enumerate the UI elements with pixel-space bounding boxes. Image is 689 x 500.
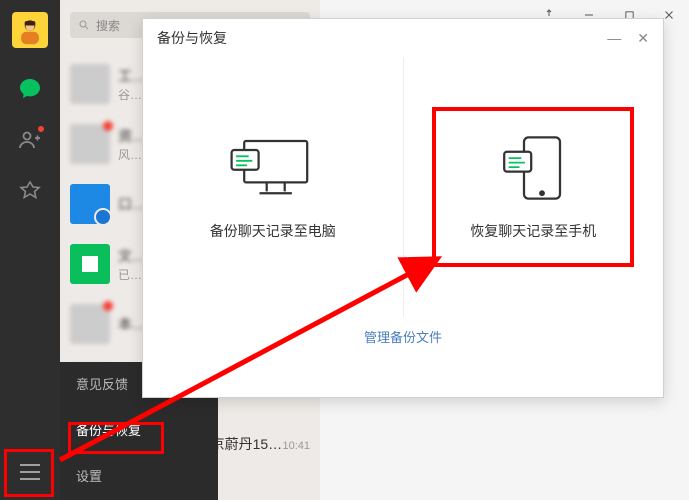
avatar[interactable] xyxy=(12,12,48,48)
dialog-body: 备份聊天记录至电脑 恢复聊天记录至手机 xyxy=(143,57,663,317)
chat-avatar xyxy=(70,304,110,344)
chat-avatar xyxy=(70,184,110,224)
search-placeholder: 搜索 xyxy=(96,17,120,34)
chat-avatar xyxy=(70,124,110,164)
unread-dot xyxy=(103,301,113,311)
chat-avatar xyxy=(70,64,110,104)
manage-backup-files-link[interactable]: 管理备份文件 xyxy=(364,330,442,345)
chat-icon[interactable] xyxy=(18,76,42,100)
dialog-title: 备份与恢复 xyxy=(157,28,227,48)
backup-restore-dialog: 备份与恢复 — ✕ 备份聊天记录至电脑 xyxy=(142,18,664,398)
restore-to-phone-option[interactable]: 恢复聊天记录至手机 xyxy=(403,57,664,317)
contacts-badge xyxy=(37,125,45,133)
dialog-footer: 管理备份文件 xyxy=(143,317,663,357)
sidebar xyxy=(0,0,60,500)
unread-dot xyxy=(103,121,113,131)
phone-icon xyxy=(488,133,578,203)
favorites-icon[interactable] xyxy=(18,180,42,204)
contacts-icon[interactable] xyxy=(18,128,42,152)
menu-backup-restore[interactable]: 备份与恢复 xyxy=(60,408,218,454)
app-root: 搜索 工… 谷… 资… 风… 口… xyxy=(0,0,689,500)
restore-to-phone-label: 恢复聊天记录至手机 xyxy=(470,221,596,241)
dialog-minimize-button[interactable]: — xyxy=(607,30,621,47)
menu-button[interactable] xyxy=(10,452,50,492)
backup-to-pc-option[interactable]: 备份聊天记录至电脑 xyxy=(143,57,403,317)
chat-time: 10:41 xyxy=(282,440,310,452)
monitor-icon xyxy=(228,133,318,203)
dialog-close-button[interactable]: ✕ xyxy=(637,30,649,47)
search-icon xyxy=(78,19,90,31)
menu-settings[interactable]: 设置 xyxy=(60,454,218,500)
chat-avatar xyxy=(70,244,110,284)
dialog-titlebar: 备份与恢复 — ✕ xyxy=(143,19,663,57)
backup-to-pc-label: 备份聊天记录至电脑 xyxy=(210,221,336,241)
